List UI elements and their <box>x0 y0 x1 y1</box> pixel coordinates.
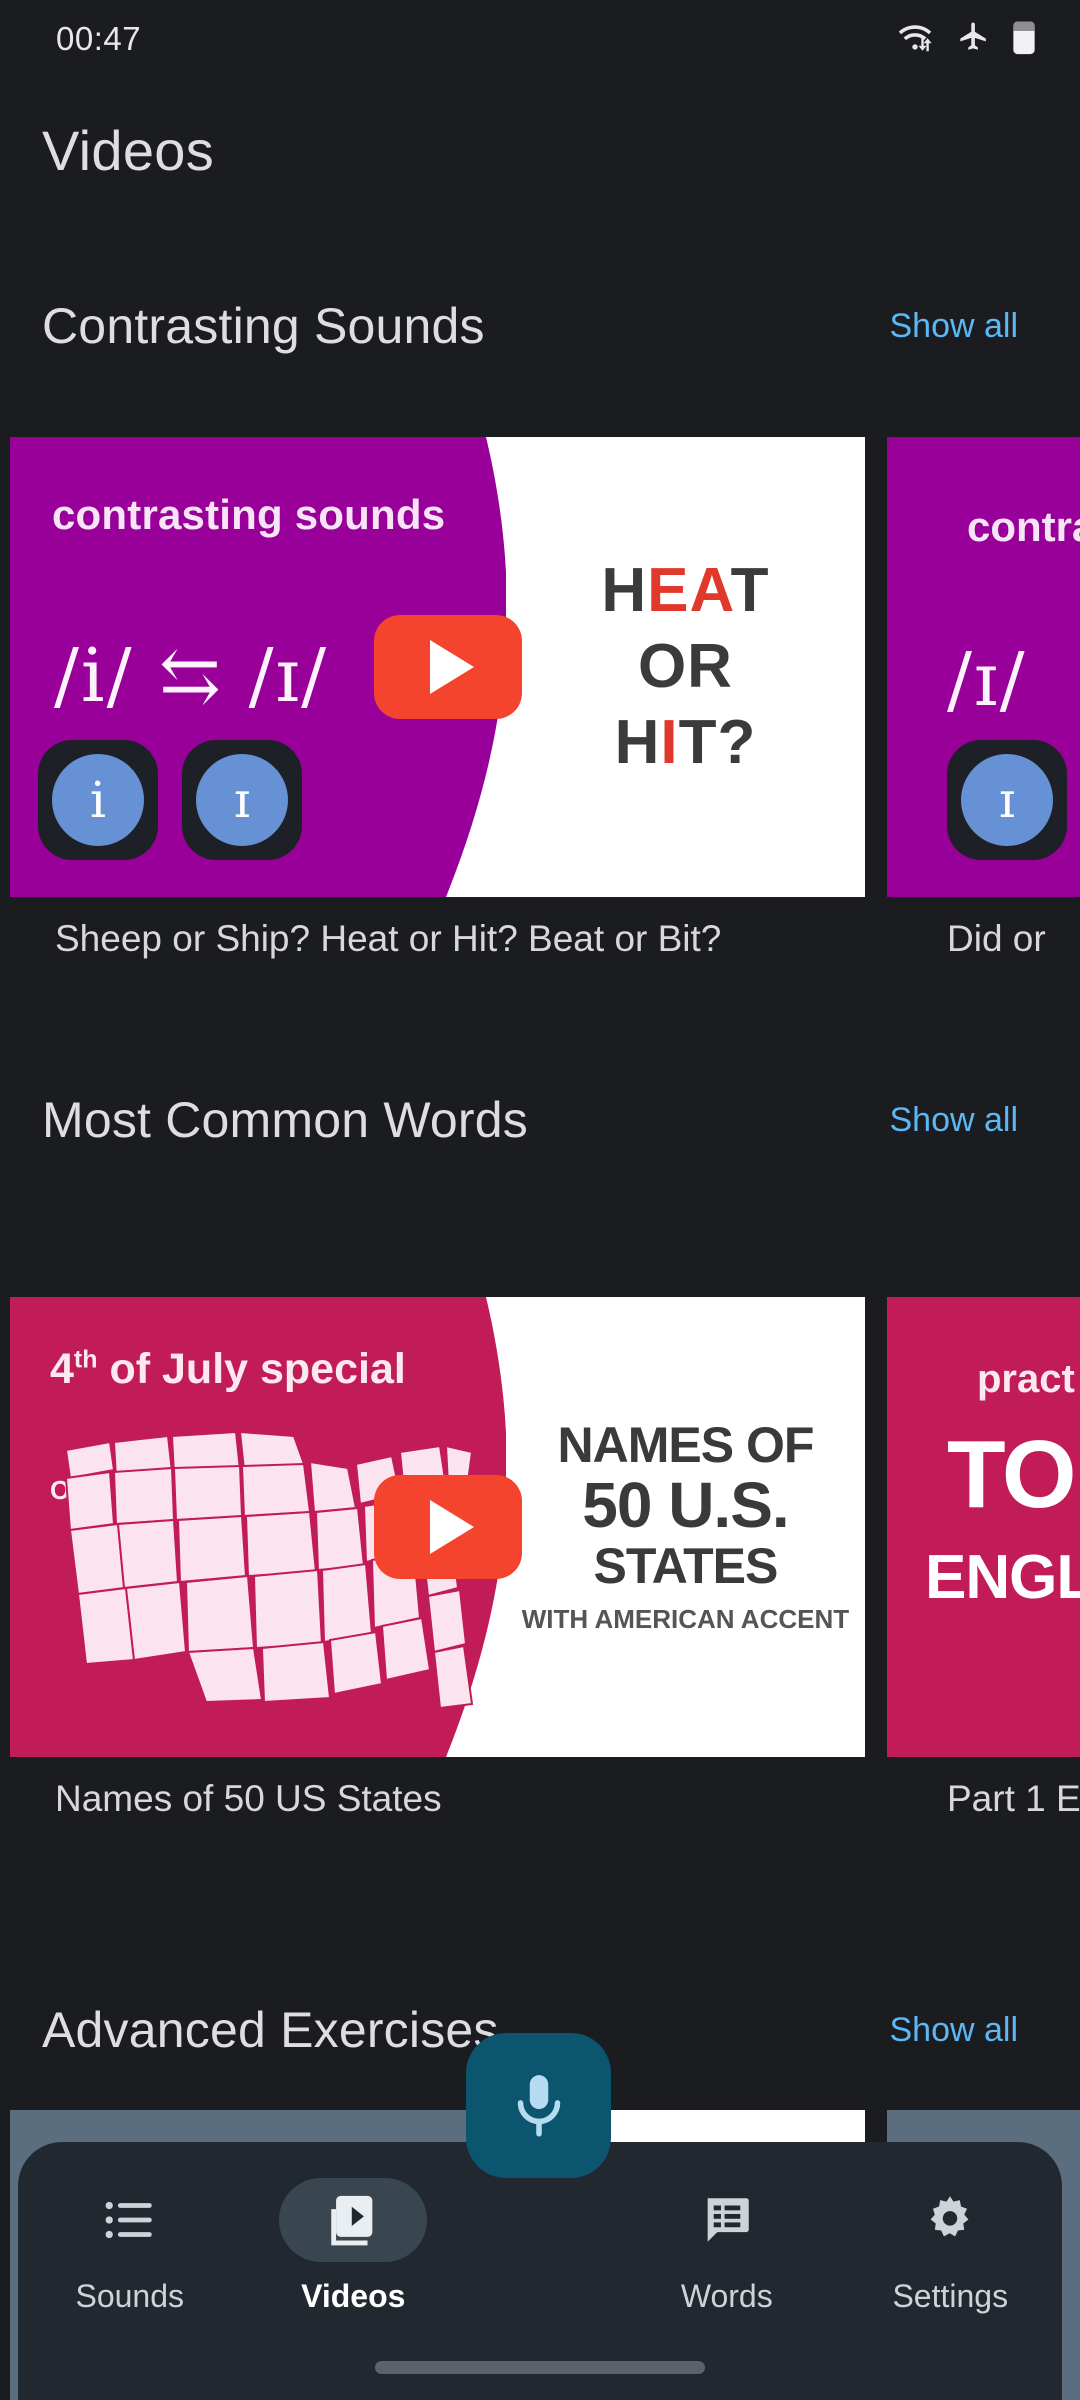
video-card-title: Names of 50 US States <box>55 1778 442 1819</box>
thumbnail-label: contras <box>967 503 1080 550</box>
nav-item-sounds[interactable]: Sounds <box>18 2178 242 2315</box>
nav-icon-wrap <box>653 2178 801 2262</box>
app-screen: 00:47 Videos Contrasting Sounds Show all… <box>0 0 1080 2400</box>
nav-icon-wrap <box>876 2178 1024 2262</box>
nav-icon-wrap-active <box>279 2178 428 2262</box>
video-library-icon <box>331 2195 373 2246</box>
thumbnail-label: contrasting sounds <box>52 491 446 538</box>
carousel-most-common-words[interactable]: 4th of July special OR <box>0 1297 1080 1822</box>
nav-item-words[interactable]: Words <box>615 2178 839 2315</box>
microphone-icon <box>517 2074 560 2137</box>
section-header-contrasting-sounds: Contrasting Sounds Show all <box>42 296 1038 356</box>
show-all-link-contrasting-sounds[interactable]: Show all <box>889 307 1038 346</box>
nav-label: Settings <box>892 2278 1009 2314</box>
video-card-title: Did or <box>947 918 1046 959</box>
video-card-title: Sheep or Ship? Heat or Hit? Beat or Bit? <box>55 918 722 959</box>
nav-item-settings[interactable]: Settings <box>839 2178 1063 2315</box>
page-title: Videos <box>42 119 215 182</box>
thumbnail-word-line: HEAT <box>601 556 770 625</box>
thumbnail-label: pract <box>977 1357 1075 1401</box>
thumbnail-word-line: STATES <box>593 1537 779 1594</box>
phoneme-badge: ɪ <box>182 740 302 860</box>
phoneme-badge: ɪ <box>947 740 1067 860</box>
play-triangle <box>430 640 474 694</box>
thumbnail-ipa-text: /ɪ/ <box>947 637 1027 723</box>
microphone-fab-button[interactable] <box>466 2033 611 2178</box>
nav-label: Words <box>680 2278 773 2314</box>
thumbnail-word-line: HIT? <box>614 708 757 777</box>
phoneme-badge: i <box>38 740 158 860</box>
video-thumbnail[interactable]: contras /ɪ/ ɪ <box>887 437 1080 897</box>
phoneme-badge-circle: i <box>52 754 144 846</box>
list-icon <box>105 2201 152 2239</box>
phoneme-badge-circle: ɪ <box>196 754 288 846</box>
chat-list-icon <box>707 2198 749 2242</box>
thumbnail-word-line: OR <box>637 632 733 701</box>
thumbnail-word-line: 50 U.S. <box>582 1468 789 1541</box>
nav-icon-wrap <box>56 2178 204 2262</box>
status-time: 00:47 <box>56 20 142 57</box>
nav-label: Sounds <box>75 2278 185 2314</box>
show-all-link-most-common-words[interactable]: Show all <box>889 1101 1038 1140</box>
video-card[interactable]: contrasting sounds /i/ ⇆ /ɪ/ i ɪ HEAT OR… <box>10 437 865 962</box>
section-title: Advanced Exercises <box>42 2002 499 2058</box>
thumbnail-sub-line: ENGLI <box>925 1543 1080 1612</box>
thumbnail-right-text: NAMES OF 50 U.S. STATES WITH AMERICAN AC… <box>506 1297 865 1757</box>
show-all-link-advanced-exercises[interactable]: Show all <box>889 2011 1038 2050</box>
wifi-data-icon <box>895 19 935 60</box>
video-thumbnail[interactable]: 4th of July special OR <box>10 1297 865 1757</box>
thumbnail-word-line: WITH AMERICAN ACCENT <box>521 1603 850 1634</box>
video-card[interactable]: contras /ɪ/ ɪ Did or <box>887 437 1080 962</box>
home-indicator[interactable] <box>375 2361 705 2374</box>
play-icon[interactable] <box>374 1475 522 1579</box>
battery-icon <box>1012 19 1036 60</box>
gear-icon <box>930 2196 969 2237</box>
section-header-most-common-words: Most Common Words Show all <box>42 1090 1038 1150</box>
nav-label-active: Videos <box>301 2278 406 2314</box>
thumbnail-word-line: NAMES OF <box>557 1417 815 1474</box>
video-card-title: Part 1 Englis <box>947 1778 1080 1819</box>
thumbnail-label: 4th of July special <box>50 1345 406 1393</box>
status-icons <box>895 19 1036 60</box>
section-title: Contrasting Sounds <box>42 298 485 354</box>
nav-item-videos[interactable]: Videos <box>242 2178 466 2315</box>
video-thumbnail[interactable]: contrasting sounds /i/ ⇆ /ɪ/ i ɪ HEAT OR… <box>10 437 865 897</box>
thumbnail-right-text: HEAT OR HIT? <box>506 437 865 897</box>
phoneme-badge-circle: ɪ <box>961 754 1053 846</box>
video-card[interactable]: 4th of July special OR <box>10 1297 865 1822</box>
airplane-mode-icon <box>957 20 990 58</box>
video-card[interactable]: pract TOP ENGLI Part 1 Englis <box>887 1297 1080 1822</box>
carousel-contrasting-sounds[interactable]: contrasting sounds /i/ ⇆ /ɪ/ i ɪ HEAT OR… <box>0 437 1080 962</box>
thumbnail-ipa-text: /i/ ⇆ /ɪ/ <box>54 633 329 719</box>
video-thumbnail[interactable]: pract TOP ENGLI <box>887 1297 1080 1757</box>
thumbnail-big-line: TOP <box>947 1421 1080 1528</box>
section-title: Most Common Words <box>42 1092 528 1148</box>
play-icon[interactable] <box>374 615 522 719</box>
play-triangle <box>430 1500 474 1554</box>
status-bar: 00:47 <box>0 0 1080 78</box>
